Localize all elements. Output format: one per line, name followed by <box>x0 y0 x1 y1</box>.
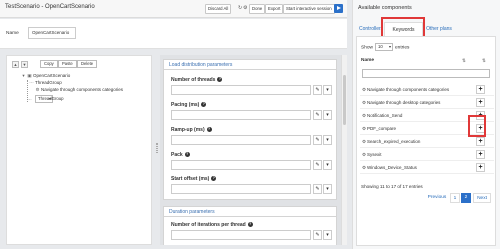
pager-next[interactable]: Next <box>473 193 491 203</box>
add-button-highlight <box>468 115 486 137</box>
tree-node-label-selected: ThreadGroup <box>35 95 64 103</box>
name-input[interactable]: OpenCartScenario <box>28 27 76 39</box>
menu-icon[interactable]: ▾ <box>323 135 332 145</box>
gear-icon: ⚙ <box>35 87 40 93</box>
edit-icon[interactable]: ✎ <box>313 230 322 240</box>
pager-page-1[interactable]: 1 <box>450 193 460 203</box>
sort-icon[interactable]: ⇅ <box>462 58 466 64</box>
edit-icon[interactable]: ✎ <box>313 110 322 120</box>
tree-node-label: Navigate through components categories <box>41 87 124 92</box>
filter-input[interactable] <box>362 69 490 78</box>
list-item: Sysexit+ <box>360 149 494 161</box>
menu-icon[interactable]: ▾ <box>323 85 332 95</box>
start-interactive-session-button[interactable]: Start interactive session <box>283 4 335 14</box>
export-button[interactable]: Export <box>265 4 284 14</box>
folder-icon: ▣ <box>27 73 32 79</box>
entries-info: Showing 11 to 17 of 17 entries <box>361 184 423 189</box>
tab-other-plans[interactable]: Other plans <box>424 22 454 36</box>
help-icon[interactable]: ? <box>201 102 207 108</box>
tab-controllers[interactable]: Controllers <box>359 22 383 36</box>
available-components-title: Available components <box>358 5 412 11</box>
add-icon[interactable]: + <box>476 137 485 146</box>
tree-panel: ▲ ▼ Copy Paste Delete ▾ ▣OpenCartScenario… <box>6 55 152 245</box>
pack-input[interactable] <box>171 160 311 170</box>
components-table: Show10entries Name ⇅ ⇅ Navigate through … <box>356 36 496 246</box>
field-label-threads: Number of threads? <box>171 77 223 83</box>
list-item: Navigate through components categories+ <box>360 84 494 96</box>
add-icon[interactable]: + <box>476 163 485 172</box>
threads-input[interactable] <box>171 85 311 95</box>
tree-node-label: OpenCartScenario <box>33 73 71 78</box>
help-icon[interactable]: ? <box>184 152 190 158</box>
done-button[interactable]: Done <box>249 4 266 14</box>
menu-icon[interactable]: ▾ <box>323 230 332 240</box>
show-label: Show <box>361 45 373 51</box>
pager-page-2[interactable]: 2 <box>461 193 471 203</box>
field-label-start-offset: Start offset (ms)? <box>171 176 217 182</box>
move-up-icon[interactable]: ▲ <box>12 61 19 68</box>
edit-icon[interactable]: ✎ <box>313 184 322 194</box>
field-label-rampup: Ramp-up (ms)? <box>171 127 212 133</box>
thread-icon: ⋯ <box>29 80 34 86</box>
add-icon[interactable]: + <box>476 150 485 159</box>
delete-button[interactable]: Delete <box>77 60 98 68</box>
duration-header: Duration parameters <box>163 206 337 217</box>
rampup-input[interactable] <box>171 135 311 145</box>
help-icon[interactable]: ? <box>206 127 212 133</box>
collapse-icon[interactable]: ▾ <box>21 73 26 78</box>
help-icon[interactable]: ? <box>217 77 223 83</box>
scrollbar[interactable] <box>341 55 347 245</box>
column-header-name[interactable]: Name ⇅ ⇅ <box>361 58 493 63</box>
load-distribution-header: Load distribution parameters <box>163 59 337 70</box>
menu-icon[interactable]: ▾ <box>323 184 332 194</box>
edit-icon[interactable]: ✎ <box>313 135 322 145</box>
settings-icon[interactable]: ⚙ <box>243 5 247 11</box>
edit-icon[interactable]: ✎ <box>313 85 322 95</box>
tree-node-threadgroup[interactable]: ⋯ThreadGroup <box>29 80 62 86</box>
iterations-input[interactable] <box>171 230 311 240</box>
menu-icon[interactable]: ▾ <box>323 110 332 120</box>
name-label: Name <box>6 31 19 36</box>
tree-node-label: ThreadGroup <box>35 80 62 85</box>
tree-node-threadgroup-selected[interactable]: ⋯ ThreadGroup <box>27 95 64 103</box>
copy-button[interactable]: Copy <box>40 60 58 68</box>
discard-all-button[interactable]: Discard All <box>205 4 232 14</box>
field-label-pacing: Pacing (ms)? <box>171 102 207 108</box>
page-title: TestScenario - OpenCartScenario <box>5 4 95 10</box>
page-size-control: Show10entries <box>361 43 409 51</box>
name-row: Name OpenCartScenario <box>0 19 347 49</box>
menu-icon[interactable]: ▾ <box>323 160 332 170</box>
field-label-pack: Pack? <box>171 152 190 158</box>
duration-body: Number of iterations per thread? ✎ ▾ <box>163 217 337 245</box>
page-size-select[interactable]: 10 <box>375 43 393 51</box>
column-label: Name <box>361 58 375 63</box>
pager-previous[interactable]: Previous <box>425 193 449 203</box>
sort-icon[interactable]: ⇅ <box>482 58 486 64</box>
list-item: Windows_Device_Status+ <box>360 162 494 174</box>
play-icon[interactable] <box>334 4 343 13</box>
thread-icon: ⋯ <box>27 96 32 102</box>
title-bar: TestScenario - OpenCartScenario Discard … <box>0 0 347 18</box>
paste-button[interactable]: Paste <box>58 60 77 68</box>
load-distribution-body: Number of threads? ✎ ▾ Pacing (ms)? ✎ ▾ … <box>163 70 337 200</box>
add-icon[interactable]: + <box>476 98 485 107</box>
tree-node-keyword[interactable]: ⚙Navigate through components categories <box>35 87 123 93</box>
tree-node-root[interactable]: ▾ ▣OpenCartScenario <box>21 73 70 79</box>
pacing-input[interactable] <box>171 110 311 120</box>
add-icon[interactable]: + <box>476 85 485 94</box>
list-item: Search_expired_execution+ <box>360 136 494 148</box>
field-label-iterations: Number of iterations per thread? <box>171 222 253 228</box>
entries-label: entries <box>395 45 410 51</box>
help-icon[interactable]: ? <box>211 176 217 182</box>
help-icon[interactable]: ? <box>247 222 253 228</box>
move-down-icon[interactable]: ▼ <box>21 61 28 68</box>
edit-icon[interactable]: ✎ <box>313 160 322 170</box>
list-item: Navigate through desktop categories+ <box>360 97 494 109</box>
refresh-icon[interactable]: ↻ <box>238 5 242 11</box>
start-offset-input[interactable] <box>171 184 311 194</box>
properties-panel: Load distribution parameters Number of t… <box>160 55 341 245</box>
